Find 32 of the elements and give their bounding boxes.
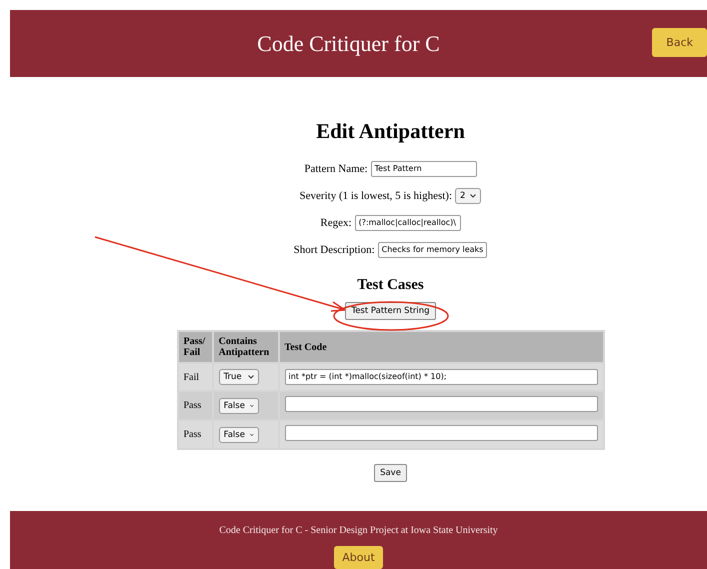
field-label: Regex: [320,216,352,228]
chevron-down-icon [250,404,254,408]
input-field[interactable]: (?:malloc|calloc|realloc)\ [354,214,461,230]
chevron-down-icon [248,375,254,379]
footer-text: Code Critiquer for C - Senior Design Project at Iowa State University [219,525,498,536]
table-cell: Pass [184,429,202,440]
contains-select[interactable]: True [218,369,259,385]
contains-select[interactable]: False [218,426,259,442]
chevron-down-icon [470,194,476,198]
input-field[interactable]: Checks for memory leaks [378,242,488,258]
code-input-field[interactable]: int *ptr = (int *)malloc(sizeof(int) * 10); [284,369,598,385]
table-cell: Pass [184,400,202,411]
field-label: Short Description: [294,244,375,256]
about-button[interactable]: About [334,546,383,569]
column-header: Pass/ Fail [184,336,206,358]
field-label: Severity (1 is lowest, 5 is highest): [300,190,452,202]
field-label: Pattern Name: [304,162,368,174]
section-heading: Test Cases [357,277,424,294]
column-header: Contains Antipattern [218,336,270,358]
save-button[interactable]: Save [374,464,407,482]
column-header: Test Code [284,342,327,352]
input-field[interactable]: Test Pattern [370,160,477,176]
code-input-field[interactable] [284,396,598,412]
site-title: Code Critiquer for C [257,30,440,56]
code-input-field[interactable] [284,425,598,441]
page-heading: Edit Antipattern [316,119,465,144]
severity-select[interactable]: 2 [455,188,482,204]
contains-select[interactable]: False [218,398,259,414]
test-pattern-button[interactable]: Test Pattern String [345,302,436,320]
chevron-down-icon [250,432,254,436]
back-button[interactable]: Back [652,28,707,57]
table-cell: Fail [184,372,200,382]
